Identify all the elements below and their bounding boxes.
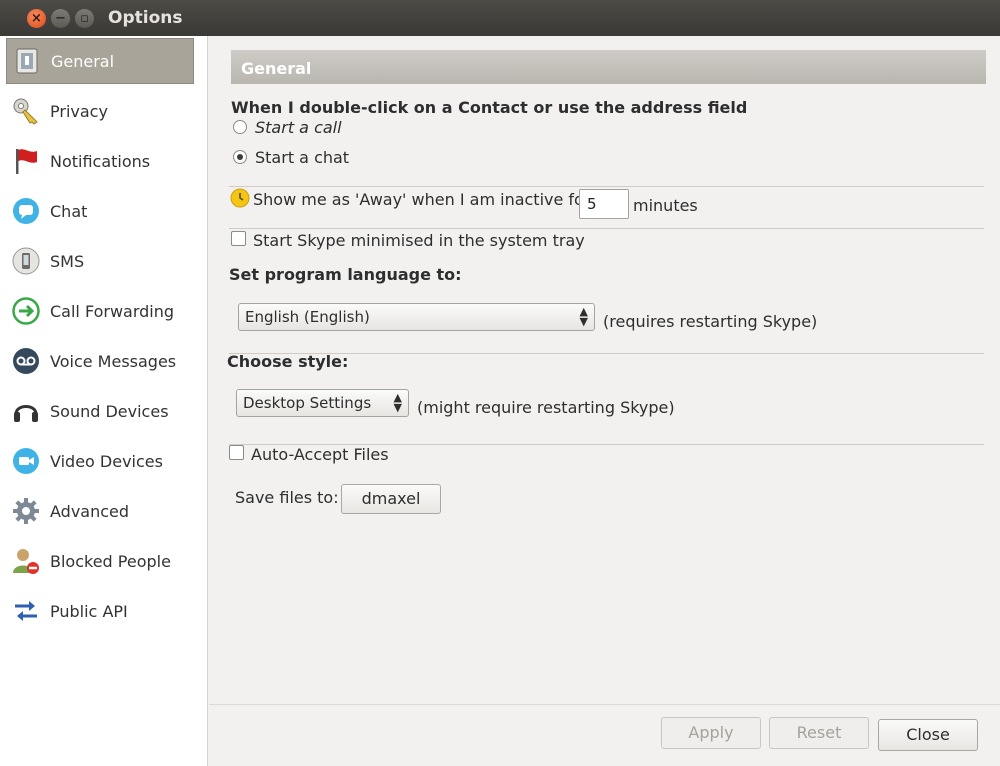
start-call-label[interactable]: Start a call [255,118,342,137]
section-header: General [231,50,986,84]
auto-accept-checkbox[interactable] [229,445,244,460]
title-bar: × − ▫ Options [0,0,1000,36]
sidebar-item-label: SMS [50,251,85,271]
sidebar-item-video-devices[interactable]: Video Devices [6,438,194,484]
save-folder-button[interactable]: dmaxel [341,484,441,514]
window-maximize-button[interactable]: ▫ [75,9,94,28]
options-sidebar: General Privacy Notifications Chat SMS C… [0,36,208,766]
start-call-radio[interactable] [233,120,247,134]
select-arrows-icon: ▲ ▼ [579,305,588,328]
window-close-button[interactable]: × [27,9,46,28]
close-button[interactable]: Close [878,719,978,751]
start-minimised-label[interactable]: Start Skype minimised in the system tray [253,231,585,250]
sidebar-item-sms[interactable]: SMS [6,238,194,284]
sidebar-item-label: Public API [50,601,128,621]
away-status-icon [229,187,251,213]
language-select[interactable]: English (English) ▲ ▼ [238,303,595,331]
sidebar-item-public-api[interactable]: Public API [6,588,194,634]
sidebar-item-sound-devices[interactable]: Sound Devices [6,388,194,434]
general-settings-panel: General When I double-click on a Contact… [209,36,1000,716]
divider [229,228,984,229]
gear-icon [10,495,42,527]
headset-icon [10,395,42,427]
start-chat-label[interactable]: Start a chat [255,148,349,167]
sidebar-item-label: General [51,51,115,71]
language-select-value: English (English) [245,308,370,326]
auto-accept-label[interactable]: Auto-Accept Files [251,445,389,464]
sidebar-item-voice-messages[interactable]: Voice Messages [6,338,194,384]
general-icon [11,45,43,77]
sidebar-item-notifications[interactable]: Notifications [6,138,194,184]
away-label: Show me as 'Away' when I am inactive for [253,190,591,209]
dialog-footer: Apply Reset Close [209,704,1000,766]
window-minimize-button[interactable]: − [51,9,70,28]
style-heading: Choose style: [227,352,349,371]
video-icon [10,445,42,477]
sidebar-item-label: Call Forwarding [50,301,175,321]
sidebar-item-call-forwarding[interactable]: Call Forwarding [6,288,194,334]
sidebar-item-label: Privacy [50,101,108,121]
language-heading: Set program language to: [229,265,462,284]
sidebar-item-label: Video Devices [50,451,163,471]
sidebar-item-label: Voice Messages [50,351,177,371]
chat-icon [10,195,42,227]
api-arrows-icon [10,595,42,627]
sidebar-item-general[interactable]: General [6,38,194,84]
key-icon [10,95,42,127]
sidebar-item-label: Chat [50,201,88,221]
apply-button[interactable]: Apply [661,717,761,749]
sidebar-item-privacy[interactable]: Privacy [6,88,194,134]
double-click-heading: When I double-click on a Contact or use … [231,98,748,117]
away-minutes-input[interactable] [579,189,629,219]
flag-icon [10,145,42,177]
style-select[interactable]: Desktop Settings ▲ ▼ [236,389,409,417]
away-unit: minutes [633,196,698,215]
sidebar-item-label: Blocked People [50,551,171,571]
save-files-label: Save files to: [235,488,339,507]
sidebar-item-label: Sound Devices [50,401,169,421]
sidebar-item-advanced[interactable]: Advanced [6,488,194,534]
style-note: (might require restarting Skype) [417,398,675,417]
reset-button[interactable]: Reset [769,717,869,749]
sidebar-item-label: Advanced [50,501,130,521]
sidebar-item-blocked-people[interactable]: Blocked People [6,538,194,584]
language-note: (requires restarting Skype) [603,312,818,331]
options-window: × − ▫ Options General Privacy Notificati… [0,0,1000,766]
style-select-value: Desktop Settings [243,394,372,412]
voicemail-icon [10,345,42,377]
forward-icon [10,295,42,327]
phone-icon [10,245,42,277]
start-minimised-checkbox[interactable] [231,231,246,246]
select-arrows-icon: ▲ ▼ [393,391,402,414]
start-chat-radio[interactable] [233,150,247,164]
sidebar-item-chat[interactable]: Chat [6,188,194,234]
blocked-icon [10,545,42,577]
window-title: Options [108,8,183,28]
divider [229,186,984,187]
sidebar-item-label: Notifications [50,151,151,171]
